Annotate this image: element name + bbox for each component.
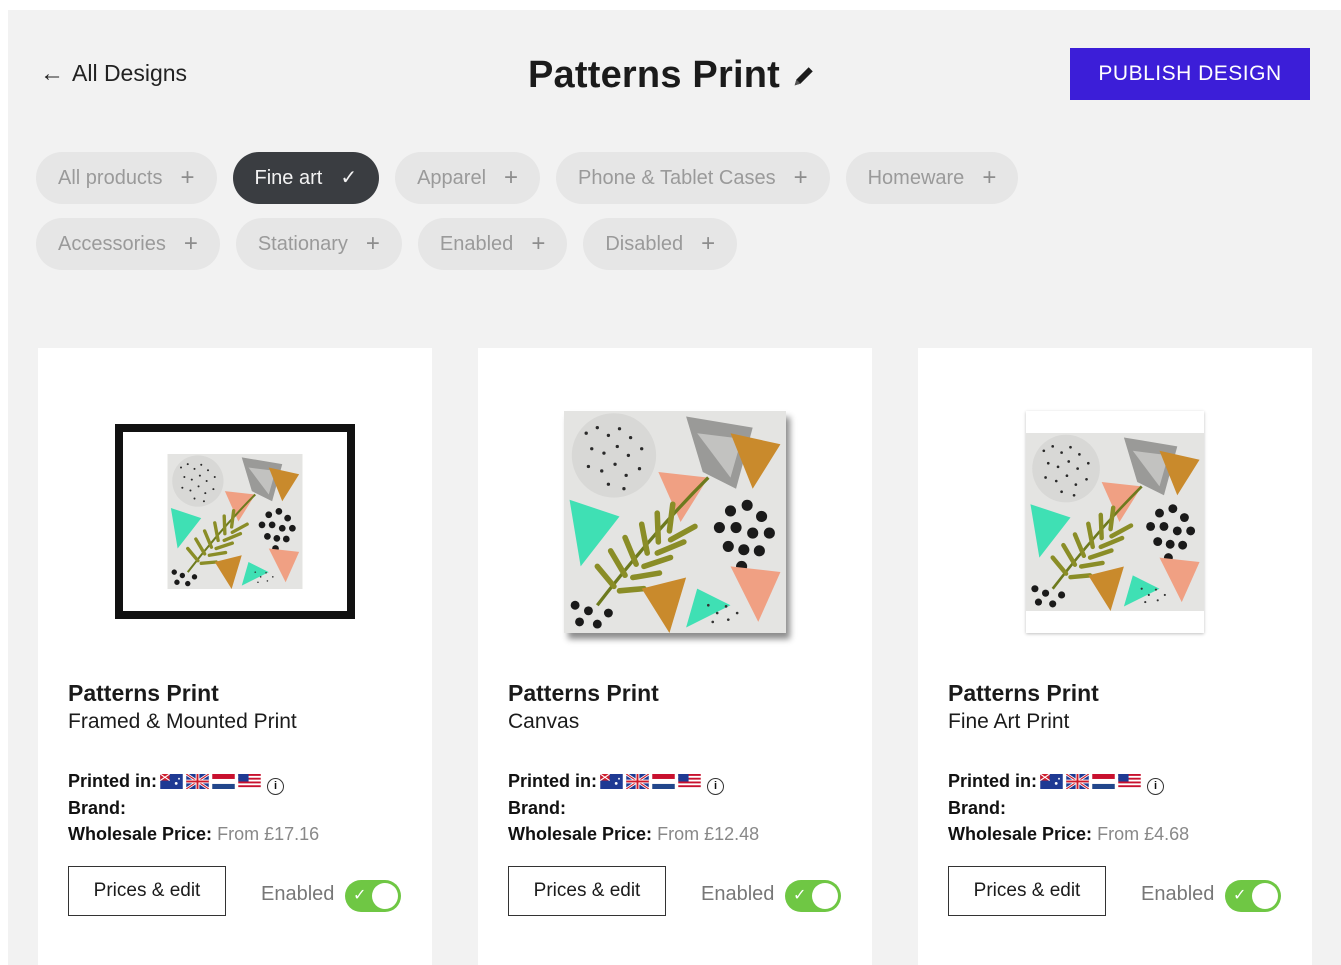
product-info: Printed in: i Brand: Wholesale Price: Fro… [948, 768, 1189, 847]
usa-flag-icon [1118, 774, 1141, 789]
australia-flag-icon [160, 774, 183, 789]
info-icon[interactable]: i [707, 778, 724, 795]
uk-flag-icon [186, 774, 209, 789]
wholesale-price-value: From £17.16 [217, 824, 320, 844]
info-icon[interactable]: i [267, 778, 284, 795]
wholesale-price-label: Wholesale Price: [948, 824, 1093, 844]
chip-label: Homeware [867, 166, 965, 189]
check-icon: ✓ [793, 887, 807, 904]
filter-chip-stationary[interactable]: Stationary + [235, 218, 402, 270]
chip-label: Stationary [257, 232, 348, 255]
wholesale-price-label: Wholesale Price: [508, 824, 653, 844]
usa-flag-icon [678, 774, 701, 789]
netherlands-flag-icon [652, 774, 675, 789]
australia-flag-icon [600, 774, 623, 789]
plus-icon: + [504, 164, 519, 191]
brand-label: Brand: [508, 798, 566, 818]
australia-flag-icon [1040, 774, 1063, 789]
printed-in-label: Printed in: [68, 771, 157, 791]
uk-flag-icon [1066, 774, 1089, 789]
netherlands-flag-icon [1092, 774, 1115, 789]
back-link[interactable]: ← All Designs [40, 60, 187, 87]
plus-icon: + [531, 230, 546, 257]
enabled-status-label: Enabled [1141, 883, 1215, 905]
framed-print-image[interactable] [115, 424, 355, 619]
chip-label: Disabled [605, 232, 684, 255]
enabled-status-label: Enabled [701, 883, 775, 905]
check-icon: ✓ [340, 167, 358, 189]
country-flags [160, 774, 261, 789]
chip-label: Phone & Tablet Cases [578, 166, 776, 189]
chip-label: Accessories [58, 232, 166, 255]
product-name: Patterns Print [948, 680, 1099, 706]
filter-chip-all-products[interactable]: All products + [36, 152, 217, 204]
filter-chip-apparel[interactable]: Apparel + [395, 152, 541, 204]
chip-label: Fine art [254, 166, 323, 189]
filter-chips: All products + Fine art ✓ Apparel + Phon… [36, 152, 1326, 284]
product-card: Patterns Print Fine Art Print Printed in… [918, 348, 1312, 965]
enabled-toggle[interactable]: ✓ [1225, 880, 1281, 912]
filter-chip-disabled[interactable]: Disabled + [583, 218, 738, 270]
enabled-toggle[interactable]: ✓ [785, 880, 841, 912]
toggle-knob [372, 883, 398, 909]
chip-label: Apparel [417, 166, 487, 189]
chip-label: Enabled [439, 232, 514, 255]
wholesale-price-value: From £4.68 [1097, 824, 1190, 844]
product-name: Patterns Print [68, 680, 219, 706]
product-card: Patterns Print Canvas Printed in: i Brand… [478, 348, 872, 965]
country-flags [1040, 774, 1141, 789]
prices-edit-button[interactable]: Prices & edit [948, 866, 1106, 916]
publish-design-button[interactable]: PUBLISH DESIGN [1070, 48, 1310, 100]
plus-icon: + [982, 164, 997, 191]
usa-flag-icon [238, 774, 261, 789]
page-background: ← All Designs Patterns Print PUBLISH DES… [8, 10, 1341, 965]
brand-label: Brand: [948, 798, 1006, 818]
wholesale-price-label: Wholesale Price: [68, 824, 213, 844]
enabled-status-label: Enabled [261, 883, 335, 905]
printed-in-label: Printed in: [948, 771, 1037, 791]
plus-icon: + [701, 230, 716, 257]
brand-label: Brand: [68, 798, 126, 818]
check-icon: ✓ [353, 887, 367, 904]
product-name: Patterns Print [508, 680, 659, 706]
filter-chip-phone-tablet-cases[interactable]: Phone & Tablet Cases + [556, 152, 830, 204]
product-info: Printed in: i Brand: Wholesale Price: Fro… [508, 768, 759, 847]
toggle-knob [812, 883, 838, 909]
product-info: Printed in: i Brand: Wholesale Price: Fro… [68, 768, 319, 847]
arrow-left-icon: ← [40, 59, 64, 87]
country-flags [600, 774, 701, 789]
plus-icon: + [180, 164, 195, 191]
plus-icon: + [183, 230, 198, 257]
back-link-label: All Designs [72, 60, 188, 86]
filter-row-1: All products + Fine art ✓ Apparel + Phon… [36, 152, 1326, 204]
chip-label: All products [58, 166, 163, 189]
plus-icon: + [365, 230, 380, 257]
filter-chip-accessories[interactable]: Accessories + [36, 218, 220, 270]
product-card: Patterns Print Framed & Mounted Print Pr… [38, 348, 432, 965]
info-icon[interactable]: i [1147, 778, 1164, 795]
plus-icon: + [793, 164, 808, 191]
product-type: Fine Art Print [948, 710, 1070, 733]
netherlands-flag-icon [212, 774, 235, 789]
enabled-toggle[interactable]: ✓ [345, 880, 401, 912]
toggle-knob [1252, 883, 1278, 909]
printed-in-label: Printed in: [508, 771, 597, 791]
design-title-area: Patterns Print [528, 54, 818, 97]
wholesale-price-value: From £12.48 [657, 824, 760, 844]
product-type: Canvas [508, 710, 580, 733]
check-icon: ✓ [1233, 887, 1247, 904]
filter-chip-homeware[interactable]: Homeware + [845, 152, 1019, 204]
prices-edit-button[interactable]: Prices & edit [68, 866, 226, 916]
filter-chip-enabled[interactable]: Enabled + [417, 218, 568, 270]
filter-row-2: Accessories + Stationary + Enabled + Dis… [36, 218, 1326, 270]
canvas-print-image[interactable] [564, 411, 786, 633]
pencil-icon[interactable] [790, 62, 818, 90]
product-type: Framed & Mounted Print [68, 710, 297, 733]
page-title: Patterns Print [528, 54, 780, 96]
filter-chip-fine-art[interactable]: Fine art ✓ [232, 152, 380, 204]
prices-edit-button[interactable]: Prices & edit [508, 866, 666, 916]
fine-art-print-image[interactable] [1026, 411, 1204, 633]
uk-flag-icon [626, 774, 649, 789]
